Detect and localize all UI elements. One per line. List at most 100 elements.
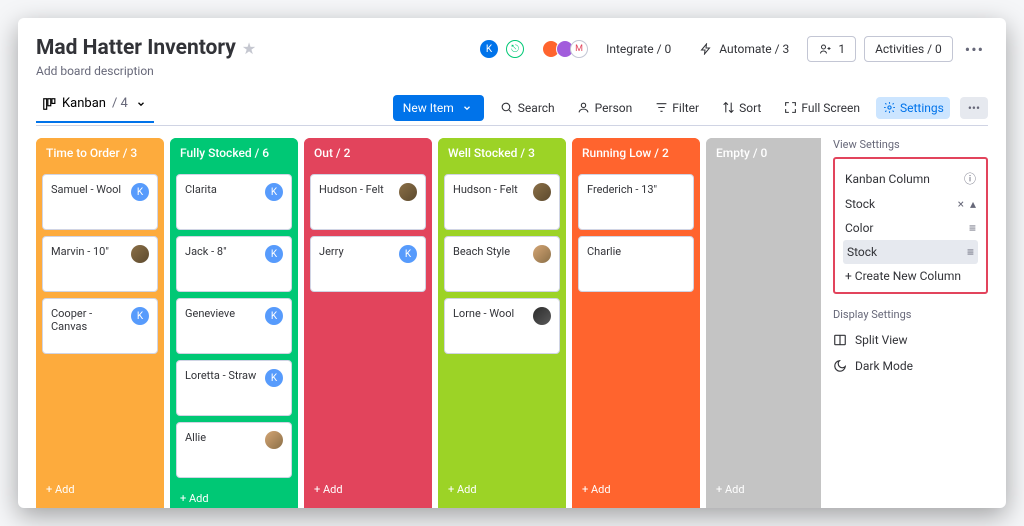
chevron-down-icon bbox=[460, 101, 474, 115]
dark-mode-toggle[interactable]: Dark Mode bbox=[833, 353, 988, 379]
lane-body: Hudson - Felt Beach Style Lorne - Wool bbox=[438, 168, 566, 475]
kanban-card[interactable]: Frederich - 13" bbox=[578, 174, 694, 230]
add-card-button[interactable]: + Add bbox=[706, 475, 821, 508]
lane-header[interactable]: Fully Stocked / 6 bbox=[170, 138, 298, 168]
card-title: Hudson - Felt bbox=[453, 183, 518, 196]
column-option-color[interactable]: Color ≡ bbox=[843, 216, 978, 240]
settings-panel: View Settings Kanban Column ⓘ Stock × ▴ … bbox=[833, 138, 988, 508]
toolbar-more-icon[interactable]: ••• bbox=[960, 97, 988, 119]
lane-body: Frederich - 13" Charlie bbox=[572, 168, 700, 475]
header-more-icon[interactable]: ••• bbox=[961, 40, 988, 59]
clear-icon[interactable]: × bbox=[958, 197, 964, 211]
card-avatar: K bbox=[265, 183, 283, 201]
kanban-card[interactable]: Jerry K bbox=[310, 236, 426, 292]
card-avatar bbox=[533, 307, 551, 325]
card-title: Genevieve bbox=[185, 307, 235, 320]
automate-button[interactable]: Automate / 3 bbox=[689, 37, 799, 61]
create-new-column[interactable]: + Create New Column bbox=[843, 264, 978, 288]
settings-button[interactable]: Settings bbox=[876, 97, 950, 119]
kanban-card[interactable]: Cooper - CanvasK bbox=[42, 298, 158, 354]
kanban-column-selected[interactable]: Stock × ▴ bbox=[843, 192, 978, 216]
add-card-button[interactable]: + Add bbox=[438, 475, 566, 508]
board-description[interactable]: Add board description bbox=[36, 64, 256, 78]
owner-avatar[interactable]: K bbox=[480, 40, 498, 58]
kanban-card[interactable]: Clarita K bbox=[176, 174, 292, 230]
search-button[interactable]: Search bbox=[494, 97, 561, 119]
lane-header[interactable]: Running Low / 2 bbox=[572, 138, 700, 168]
card-title: Cooper - Canvas bbox=[51, 307, 131, 333]
display-settings-heading: Display Settings bbox=[833, 308, 988, 321]
add-card-button[interactable]: + Add bbox=[572, 475, 700, 508]
add-card-button[interactable]: + Add bbox=[36, 475, 164, 508]
fullscreen-button[interactable]: Full Screen bbox=[777, 97, 866, 119]
search-icon bbox=[500, 101, 514, 115]
link-icon: ⎋ bbox=[506, 40, 524, 58]
kanban-card[interactable]: Charlie bbox=[578, 236, 694, 292]
integrate-button[interactable]: Integrate / 0 bbox=[596, 37, 681, 61]
split-view-toggle[interactable]: Split View bbox=[833, 327, 988, 353]
kanban-card[interactable]: Hudson - Felt bbox=[444, 174, 560, 230]
lane-time: Time to Order / 3 Samuel - Wool K Marvin - … bbox=[36, 138, 164, 508]
card-title: Jerry bbox=[319, 245, 344, 258]
card-title: Charlie bbox=[587, 245, 621, 258]
card-title: Hudson - Felt bbox=[319, 183, 384, 196]
person-icon bbox=[577, 101, 591, 115]
kanban-card[interactable]: Beach Style bbox=[444, 236, 560, 292]
kanban-card[interactable]: Samuel - Wool K bbox=[42, 174, 158, 230]
sort-button[interactable]: Sort bbox=[715, 97, 767, 119]
card-title: Jack - 8" bbox=[185, 245, 227, 258]
moon-icon bbox=[833, 359, 847, 373]
card-avatar bbox=[265, 431, 283, 449]
view-tab-kanban[interactable]: Kanban / 4 bbox=[36, 92, 154, 123]
card-title: Beach Style bbox=[453, 245, 510, 258]
lane-header[interactable]: Well Stocked / 3 bbox=[438, 138, 566, 168]
filter-button[interactable]: Filter bbox=[648, 97, 705, 119]
fullscreen-icon bbox=[783, 101, 797, 115]
lane-header[interactable]: Time to Order / 3 bbox=[36, 138, 164, 168]
kanban-card[interactable]: Hudson - Felt bbox=[310, 174, 426, 230]
collaborator-avatars[interactable]: M bbox=[546, 40, 588, 58]
info-icon[interactable]: ⓘ bbox=[964, 170, 976, 187]
add-card-button[interactable]: + Add bbox=[170, 484, 298, 508]
lane-out: Out / 2 Hudson - Felt Jerry K + Add bbox=[304, 138, 432, 508]
kanban-card[interactable]: Loretta - Straw K bbox=[176, 360, 292, 416]
kanban-board: Time to Order / 3 Samuel - Wool K Marvin - … bbox=[36, 138, 821, 508]
members-button[interactable]: 1 bbox=[807, 36, 856, 62]
card-title: Samuel - Wool bbox=[51, 183, 121, 196]
new-item-button[interactable]: New Item bbox=[393, 95, 484, 121]
card-title: Lorne - Wool bbox=[453, 307, 514, 320]
card-title: Loretta - Straw bbox=[185, 369, 256, 382]
board-title: Mad Hatter Inventory bbox=[36, 36, 236, 60]
person-filter-button[interactable]: Person bbox=[571, 97, 639, 119]
add-card-button[interactable]: + Add bbox=[304, 475, 432, 508]
card-title: Marvin - 10" bbox=[51, 245, 109, 258]
favorite-star-icon[interactable]: ★ bbox=[242, 39, 256, 58]
lane-body bbox=[706, 168, 821, 475]
kanban-card[interactable]: Marvin - 10" bbox=[42, 236, 158, 292]
kanban-card[interactable]: Allie bbox=[176, 422, 292, 478]
kanban-column-label: Kanban Column bbox=[845, 172, 930, 186]
lane-header[interactable]: Empty / 0 bbox=[706, 138, 821, 168]
kanban-icon bbox=[42, 97, 56, 111]
card-avatar: K bbox=[131, 183, 149, 201]
view-name: Kanban bbox=[62, 96, 106, 111]
card-avatar: K bbox=[399, 245, 417, 263]
card-avatar bbox=[533, 245, 551, 263]
card-avatar: K bbox=[131, 307, 149, 325]
kanban-column-picker: Kanban Column ⓘ Stock × ▴ Color ≡ Stock bbox=[833, 157, 988, 294]
card-avatar bbox=[131, 245, 149, 263]
kanban-card[interactable]: GenevieveK bbox=[176, 298, 292, 354]
activities-button[interactable]: Activities / 0 bbox=[864, 36, 953, 62]
lane-header[interactable]: Out / 2 bbox=[304, 138, 432, 168]
kanban-card[interactable]: Jack - 8"K bbox=[176, 236, 292, 292]
card-title: Clarita bbox=[185, 183, 217, 196]
chevron-up-icon[interactable]: ▴ bbox=[970, 197, 976, 211]
card-avatar bbox=[399, 183, 417, 201]
kanban-column-label-row: Kanban Column ⓘ bbox=[843, 165, 978, 192]
kanban-card[interactable]: Lorne - Wool bbox=[444, 298, 560, 354]
chevron-down-icon bbox=[134, 97, 148, 111]
gear-icon bbox=[882, 101, 896, 115]
filter-icon bbox=[654, 101, 668, 115]
card-avatar: K bbox=[265, 369, 283, 387]
column-option-stock[interactable]: Stock ≡ bbox=[843, 240, 978, 264]
